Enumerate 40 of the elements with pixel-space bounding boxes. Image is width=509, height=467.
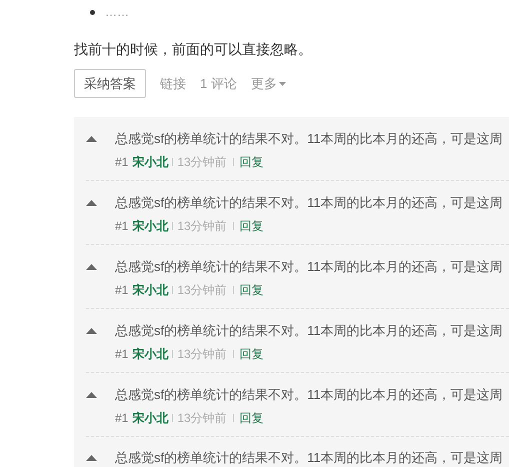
comment-text: 总感觉sf的榜单统计的结果不对。11本周的比本月的还高，可是这周 xyxy=(115,258,503,276)
comment-time: 13分钟前 xyxy=(177,346,227,363)
list-item-text: …… xyxy=(105,4,129,21)
reply-link[interactable]: 回复 xyxy=(240,217,264,235)
bullet-icon xyxy=(90,10,95,14)
action-link[interactable]: 1 评论 xyxy=(200,74,237,94)
accept-answer-button[interactable]: 采纳答案 xyxy=(74,69,146,98)
upvote-icon[interactable] xyxy=(86,136,97,142)
author-link[interactable]: 宋小北 xyxy=(132,345,168,363)
comment-time: 13分钟前 xyxy=(177,282,227,299)
author-link[interactable]: 宋小北 xyxy=(132,281,168,299)
reply-link[interactable]: 回复 xyxy=(240,409,264,427)
comment-number: #1 xyxy=(115,282,128,299)
comment-number: #1 xyxy=(115,410,128,427)
comment-time: 13分钟前 xyxy=(177,410,227,427)
upvote-icon[interactable] xyxy=(86,392,97,398)
author-link[interactable]: 宋小北 xyxy=(132,217,168,235)
comment-text: 总感觉sf的榜单统计的结果不对。11本周的比本月的还高，可是这周 xyxy=(115,386,503,404)
upvote-icon[interactable] xyxy=(86,200,97,206)
comment-text: 总感觉sf的榜单统计的结果不对。11本周的比本月的还高，可是这周 xyxy=(115,322,503,340)
author-link[interactable]: 宋小北 xyxy=(132,409,168,427)
more-menu[interactable]: 更多 xyxy=(250,74,286,94)
comment-number: #1 xyxy=(115,218,128,235)
reply-link[interactable]: 回复 xyxy=(240,345,264,363)
upvote-icon[interactable] xyxy=(86,455,97,461)
action-link[interactable]: 链接 xyxy=(160,74,186,94)
reply-link[interactable]: 回复 xyxy=(240,153,264,171)
caret-icon xyxy=(278,82,286,86)
author-link[interactable]: 宋小北 xyxy=(132,153,168,171)
comment-number: #1 xyxy=(115,154,128,171)
comment-text: 总感觉sf的榜单统计的结果不对。11本周的比本月的还高，可是这周 xyxy=(115,449,503,467)
upvote-icon[interactable] xyxy=(86,264,97,270)
answer-paragraph: 找前十的时候，前面的可以直接忽略。 xyxy=(74,40,312,59)
comment-number: #1 xyxy=(115,346,128,363)
comment-text: 总感觉sf的榜单统计的结果不对。11本周的比本月的还高，可是这周 xyxy=(115,130,503,148)
comment-text: 总感觉sf的榜单统计的结果不对。11本周的比本月的还高，可是这周 xyxy=(115,194,503,212)
comment-time: 13分钟前 xyxy=(177,218,227,235)
comment-time: 13分钟前 xyxy=(177,154,227,171)
upvote-icon[interactable] xyxy=(86,328,97,334)
reply-link[interactable]: 回复 xyxy=(240,281,264,299)
